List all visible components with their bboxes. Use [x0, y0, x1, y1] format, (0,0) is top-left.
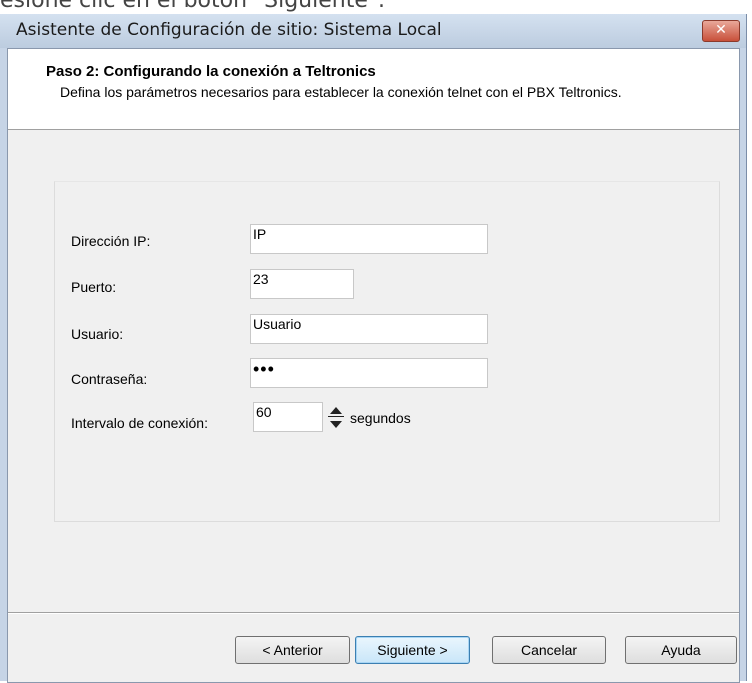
ip-label: Dirección IP:: [71, 233, 151, 249]
wizard-header: Paso 2: Configurando la conexión a Teltr…: [8, 49, 739, 130]
back-button[interactable]: < Anterior: [235, 636, 350, 664]
background-caption: esione clic en el botón "Siguiente".: [0, 0, 385, 13]
interval-spinner[interactable]: [326, 402, 346, 432]
title-bar[interactable]: Asistente de Configuración de sitio: Sis…: [0, 14, 746, 48]
port-label: Puerto:: [71, 279, 117, 295]
next-button[interactable]: Siguiente >: [355, 636, 470, 664]
interval-unit-label: segundos: [350, 410, 411, 426]
cancel-button[interactable]: Cancelar: [492, 636, 606, 664]
window-title: Asistente de Configuración de sitio: Sis…: [16, 20, 442, 40]
step-description: Defina los parámetros necesarios para es…: [60, 84, 622, 100]
footer-divider: [8, 612, 739, 614]
help-button[interactable]: Ayuda: [625, 636, 737, 664]
password-label: Contraseña:: [71, 371, 148, 387]
user-input[interactable]: Usuario: [250, 314, 488, 344]
wizard-window: Asistente de Configuración de sitio: Sis…: [0, 14, 747, 683]
ip-input[interactable]: IP: [250, 224, 488, 254]
interval-label: Intervalo de conexión:: [71, 415, 208, 431]
dialog-client-area: Paso 2: Configurando la conexión a Teltr…: [7, 48, 740, 683]
password-input[interactable]: •••: [250, 358, 488, 388]
close-button[interactable]: ✕: [702, 20, 740, 42]
port-input[interactable]: 23: [250, 269, 354, 299]
close-icon: ✕: [715, 22, 727, 38]
spin-down-icon[interactable]: [326, 417, 346, 431]
step-title: Paso 2: Configurando la conexión a Teltr…: [46, 63, 376, 80]
spin-up-icon[interactable]: [326, 403, 346, 417]
interval-input[interactable]: 60: [253, 402, 323, 432]
user-label: Usuario:: [71, 326, 124, 342]
